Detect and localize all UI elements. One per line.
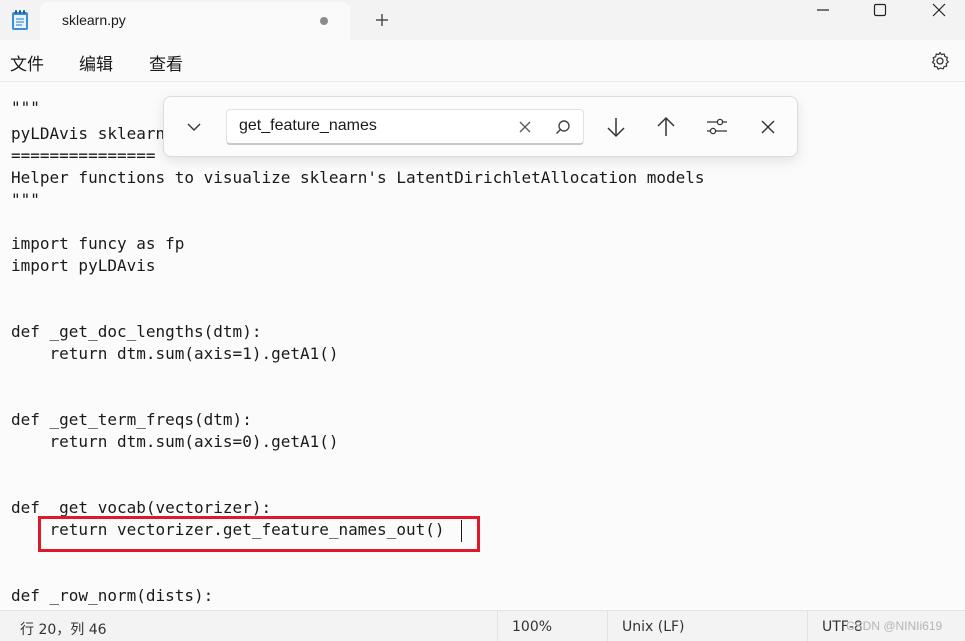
unsaved-dot-icon[interactable]	[320, 17, 328, 25]
close-window-button[interactable]	[919, 0, 959, 20]
menu-edit[interactable]: 编辑	[79, 50, 113, 75]
tab-sklearn[interactable]: sklearn.py	[40, 2, 350, 40]
code-line-12: return dtm.sum(axis=1).getA1()	[11, 344, 339, 363]
code-line-16: return dtm.sum(axis=0).getA1()	[11, 432, 339, 451]
find-previous-button[interactable]	[650, 111, 682, 143]
watermark: CSDN @NINIi619	[846, 619, 943, 633]
close-find-button[interactable]	[752, 111, 784, 143]
code-line-2: pyLDAvis sklearn	[11, 124, 166, 143]
menu-bar: 文件 编辑 查看	[0, 40, 965, 82]
find-panel: get_feature_names	[163, 96, 798, 157]
tab-title: sklearn.py	[62, 12, 126, 28]
code-line-5: """	[11, 190, 40, 209]
text-editor[interactable]: """ pyLDAvis sklearn =============== Hel…	[0, 82, 965, 610]
find-next-button[interactable]	[600, 111, 632, 143]
maximize-button[interactable]	[860, 0, 900, 20]
code-line-23: def _row_norm(dists):	[11, 586, 214, 605]
menu-file[interactable]: 文件	[10, 50, 44, 75]
code-line-3: ===============	[11, 146, 156, 165]
code-line-7: import funcy as fp	[11, 234, 185, 253]
search-options-sliders-icon[interactable]	[701, 111, 733, 143]
code-line-11: def _get_doc_lengths(dtm):	[11, 322, 262, 341]
search-icon[interactable]	[547, 111, 579, 143]
cursor-position: 行 20，列 46	[20, 622, 107, 638]
code-line-4: Helper functions to visualize sklearn's …	[11, 168, 705, 187]
title-bar: sklearn.py	[0, 0, 965, 40]
status-divider	[607, 611, 608, 641]
code-line-1: """	[11, 98, 40, 117]
zoom-level[interactable]: 100%	[512, 619, 552, 635]
minimize-button[interactable]	[803, 0, 843, 20]
status-divider	[807, 611, 808, 641]
notepad-icon	[10, 9, 30, 31]
find-query: get_feature_names	[239, 117, 377, 134]
annotation-highlight-box	[38, 516, 480, 552]
new-tab-button[interactable]	[370, 8, 394, 32]
status-divider	[497, 611, 498, 641]
menu-view[interactable]: 查看	[149, 50, 183, 75]
code-line-15: def _get_term_freqs(dtm):	[11, 410, 252, 429]
settings-gear-icon[interactable]	[928, 49, 952, 73]
clear-search-icon[interactable]	[509, 111, 541, 143]
text-caret	[461, 520, 462, 542]
expand-replace-button[interactable]	[178, 111, 210, 143]
code-line-8: import pyLDAvis	[11, 256, 156, 275]
line-ending[interactable]: Unix (LF)	[622, 619, 685, 635]
status-bar: 行 20，列 46 100% Unix (LF) UTF-8 CSDN @NIN…	[0, 610, 965, 641]
find-input[interactable]: get_feature_names	[226, 109, 584, 145]
